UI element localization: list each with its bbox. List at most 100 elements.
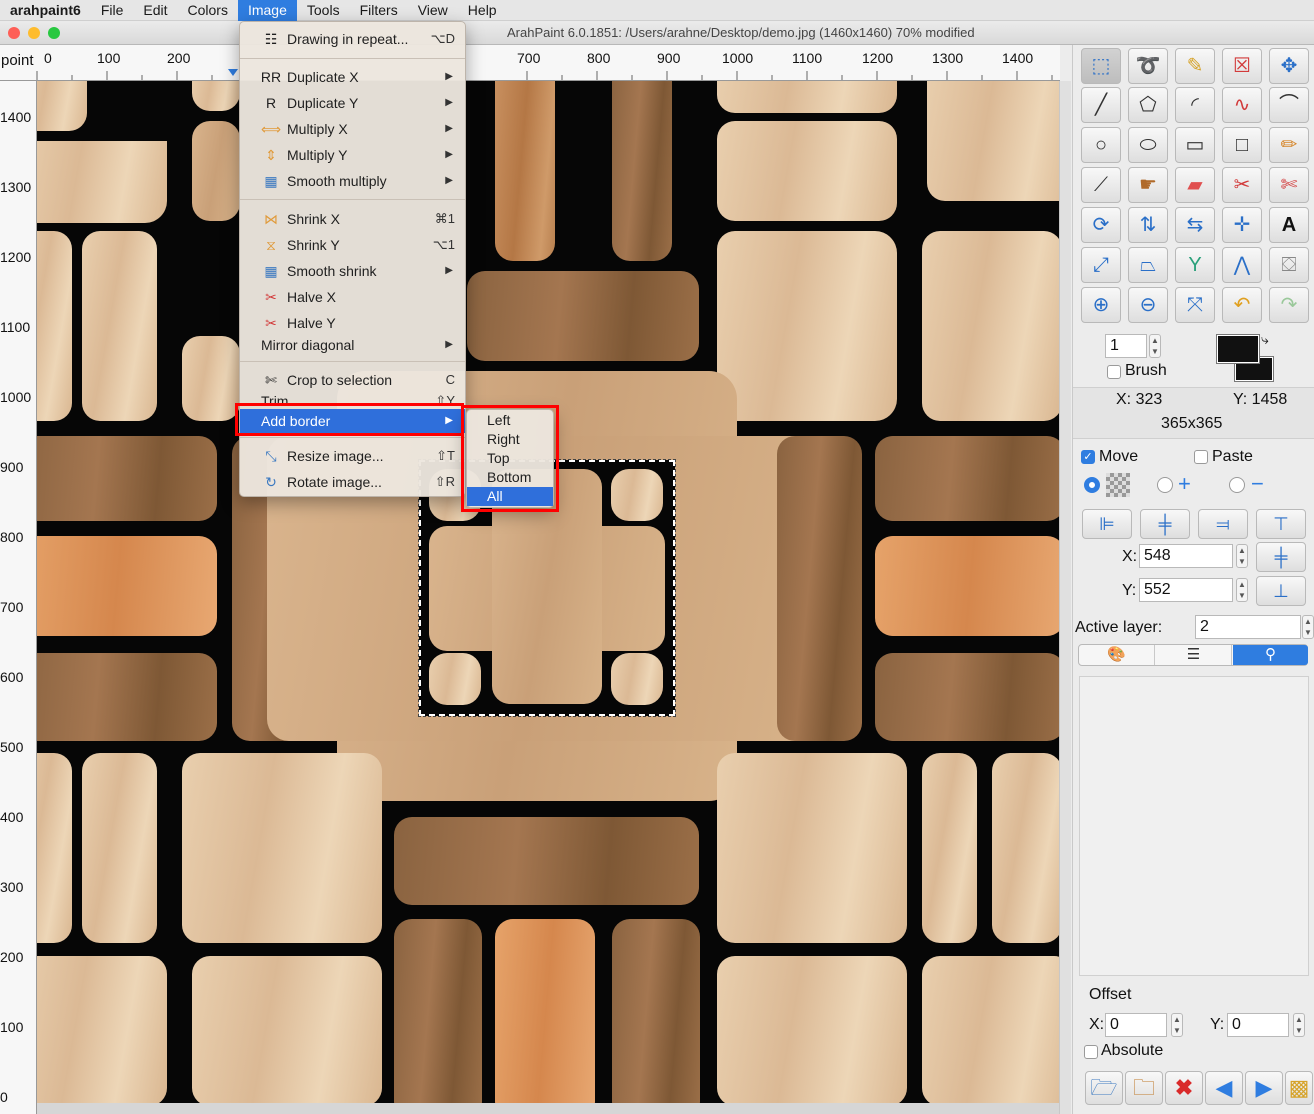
offset-y-stepper[interactable]: ▲ ▼ (1293, 1013, 1305, 1037)
paste-mode-transparent-radio[interactable] (1084, 477, 1100, 493)
fit-screen-tool[interactable]: ⤧ (1175, 287, 1215, 323)
close-window-button[interactable] (8, 27, 20, 39)
menu-item-shrink-x[interactable]: ⋈ Shrink X ⌘1 (240, 207, 465, 231)
align-right-button[interactable]: ⫤ (1198, 509, 1248, 539)
load-layers-button[interactable]: 🗀 (1125, 1071, 1163, 1105)
move-tool[interactable]: ✥ (1269, 48, 1309, 84)
menu-help[interactable]: Help (458, 0, 507, 21)
pattern-button[interactable]: ▩ (1285, 1071, 1313, 1105)
paste-checkbox[interactable] (1194, 450, 1208, 464)
circle-tool[interactable]: ○ (1081, 127, 1121, 163)
menu-colors[interactable]: Colors (178, 0, 238, 21)
minimize-window-button[interactable] (28, 27, 40, 39)
previous-layer-button[interactable]: ◀ (1205, 1071, 1243, 1105)
align-bottom-button[interactable]: ⊥ (1256, 576, 1306, 606)
open-layer-button[interactable]: 🗁 (1085, 1071, 1123, 1105)
app-menu[interactable]: arahpaint6 (0, 2, 91, 18)
perspective-tool[interactable]: ⏢ (1128, 247, 1168, 283)
arc-tool[interactable]: ◜ (1175, 87, 1215, 123)
absolute-checkbox[interactable] (1084, 1045, 1098, 1059)
menu-image[interactable]: Image (237, 0, 297, 21)
align-left-button[interactable]: ⊫ (1082, 509, 1132, 539)
flip-horizontal-tool[interactable]: ⇆ (1175, 207, 1215, 243)
menu-item-multiply-y[interactable]: ⇕ Multiply Y ▶ (240, 143, 465, 167)
rectangle-tool[interactable]: ▭ (1175, 127, 1215, 163)
brush-checkbox[interactable] (1107, 365, 1121, 379)
offset-x-input[interactable]: 0 (1105, 1013, 1167, 1037)
menu-item-multiply-x[interactable]: ⟺ Multiply X ▶ (240, 117, 465, 141)
menu-item-duplicate-x[interactable]: RR Duplicate X ▶ (240, 65, 465, 89)
menu-item-mirror-diagonal[interactable]: Mirror diagonal ▶ (240, 333, 465, 357)
align-center-h-button[interactable]: ╪ (1140, 509, 1190, 539)
paste-mode-subtract-radio[interactable] (1229, 477, 1245, 493)
ellipse-tool[interactable]: ⬭ (1128, 127, 1168, 163)
pos-x-input[interactable]: 548 (1139, 544, 1233, 568)
bezier-tool[interactable]: ⌒ (1269, 87, 1309, 123)
horizontal-scrollbar[interactable] (37, 1103, 1059, 1114)
split-tool[interactable]: Y (1175, 247, 1215, 283)
swap-colors-icon[interactable]: ⤷ (1261, 331, 1269, 348)
compass-tool[interactable]: ⋀ (1222, 247, 1262, 283)
eraser-tool[interactable]: ▰ (1175, 167, 1215, 203)
menu-item-drawing-in-repeat[interactable]: ☷ Drawing in repeat... ⌥D (240, 27, 465, 51)
tab-palette[interactable]: 🎨 (1079, 645, 1155, 665)
pos-y-input[interactable]: 552 (1139, 578, 1233, 602)
menu-item-smooth-multiply[interactable]: ▦ Smooth multiply ▶ (240, 169, 465, 193)
next-layer-button[interactable]: ▶ (1245, 1071, 1283, 1105)
tab-stamp[interactable]: ⚲ (1233, 645, 1308, 665)
zoom-in-tool[interactable]: ⊕ (1081, 287, 1121, 323)
redo-button[interactable]: ↷ (1269, 287, 1309, 323)
pos-x-stepper[interactable]: ▲ ▼ (1236, 544, 1248, 568)
vertical-scrollbar[interactable] (1059, 81, 1071, 1114)
magic-wand-tool[interactable]: ✎ (1175, 48, 1215, 84)
active-layer-stepper[interactable]: ▲ ▼ (1302, 615, 1314, 639)
rect-select-tool[interactable]: ⬚ (1081, 48, 1121, 84)
layer-list[interactable] (1079, 676, 1309, 976)
menu-item-halve-x[interactable]: ✂ Halve X (240, 285, 465, 309)
menu-item-rotate-image[interactable]: ↻ Rotate image... ⇧R (240, 470, 465, 494)
polygon-tool[interactable]: ⬠ (1128, 87, 1168, 123)
scale-tool[interactable]: ✛ (1222, 207, 1262, 243)
offset-y-input[interactable]: 0 (1227, 1013, 1289, 1037)
brush-size-input[interactable]: 1 (1105, 334, 1147, 358)
menu-item-duplicate-y[interactable]: R Duplicate Y ▶ (240, 91, 465, 115)
menu-edit[interactable]: Edit (133, 0, 177, 21)
paste-mode-add-radio[interactable] (1157, 477, 1173, 493)
menu-tools[interactable]: Tools (297, 0, 350, 21)
offset-x-stepper[interactable]: ▲ ▼ (1171, 1013, 1183, 1037)
align-top-button[interactable]: ⊤ (1256, 509, 1306, 539)
move-checkbox[interactable]: ✓ (1081, 450, 1095, 464)
undo-button[interactable]: ↶ (1222, 287, 1262, 323)
line-tool[interactable]: ╱ (1081, 87, 1121, 123)
menu-item-trim[interactable]: Trim ⇧Y (240, 389, 465, 403)
smudge-tool[interactable]: ☛ (1128, 167, 1168, 203)
menu-file[interactable]: File (91, 0, 134, 21)
zoom-window-button[interactable] (48, 27, 60, 39)
menu-filters[interactable]: Filters (350, 0, 408, 21)
delete-layer-button[interactable]: ✖ (1165, 1071, 1203, 1105)
square-tool[interactable]: □ (1222, 127, 1262, 163)
cut-tool[interactable]: ✂ (1222, 167, 1262, 203)
menu-item-shrink-y[interactable]: ⧖ Shrink Y ⌥1 (240, 233, 465, 257)
zoom-out-tool[interactable]: ⊖ (1128, 287, 1168, 323)
active-layer-input[interactable]: 2 (1195, 615, 1301, 639)
stretch-tool[interactable]: ⤢ (1081, 247, 1121, 283)
foreground-color-swatch[interactable] (1216, 334, 1260, 364)
text-tool[interactable]: A (1269, 207, 1309, 243)
fill-tool[interactable]: ⛋ (1269, 247, 1309, 283)
rotate-selection-tool[interactable]: ⟳ (1081, 207, 1121, 243)
tab-layers[interactable]: ☰ (1156, 645, 1232, 665)
menu-item-resize-image[interactable]: ⤡ Resize image... ⇧T (240, 444, 465, 468)
eyedropper-tool[interactable]: ⟋ (1081, 167, 1121, 203)
menu-item-smooth-shrink[interactable]: ▦ Smooth shrink ▶ (240, 259, 465, 283)
menu-item-halve-y[interactable]: ✂ Halve Y (240, 311, 465, 335)
center-vertical-button[interactable]: ╪ (1256, 542, 1306, 572)
menu-view[interactable]: View (408, 0, 458, 21)
brush-size-stepper[interactable]: ▲ ▼ (1149, 334, 1161, 358)
pencil-tool[interactable]: ✏ (1269, 127, 1309, 163)
curve-tool[interactable]: ∿ (1222, 87, 1262, 123)
lasso-tool[interactable]: ➰ (1128, 48, 1168, 84)
pos-y-stepper[interactable]: ▲ ▼ (1236, 578, 1248, 602)
flip-vertical-tool[interactable]: ⇅ (1128, 207, 1168, 243)
deselect-tool[interactable]: ☒ (1222, 48, 1262, 84)
